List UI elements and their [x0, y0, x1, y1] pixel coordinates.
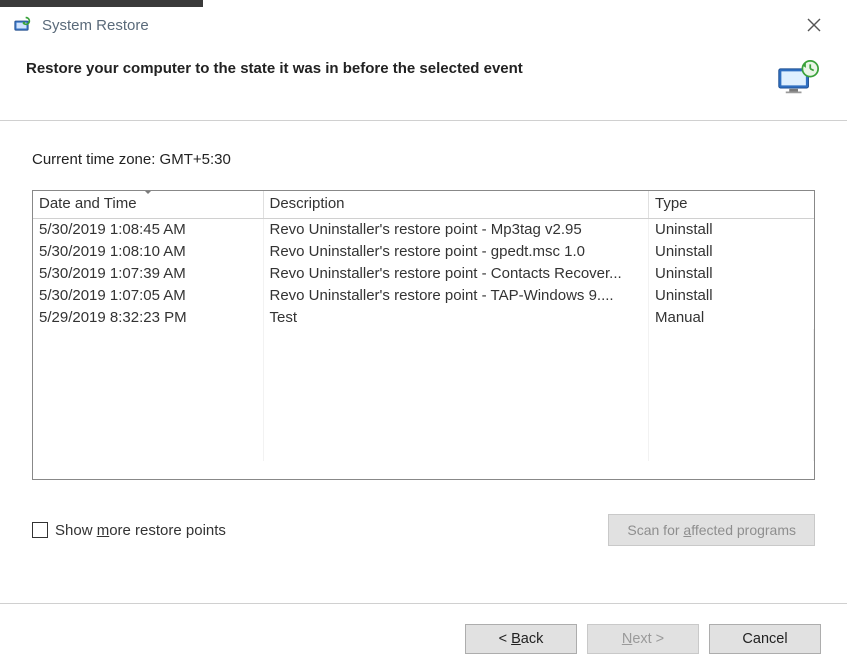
title-bar: System Restore [0, 0, 847, 40]
cancel-button[interactable]: Cancel [709, 624, 821, 654]
next-button: Next > [587, 624, 699, 654]
cell-type: Uninstall [649, 263, 814, 285]
table-row[interactable]: 5/29/2019 8:32:23 PMTestManual [33, 307, 814, 329]
table-row-empty [33, 373, 814, 395]
cell-datetime: 5/30/2019 1:08:45 AM [33, 219, 263, 241]
sort-descending-icon [143, 190, 153, 194]
table-row[interactable]: 5/30/2019 1:08:10 AMRevo Uninstaller's r… [33, 241, 814, 263]
checkbox-icon [32, 522, 48, 538]
cell-datetime: 5/29/2019 8:32:23 PM [33, 307, 263, 329]
cell-type: Manual [649, 307, 814, 329]
table-row-empty [33, 351, 814, 373]
cell-description: Revo Uninstaller's restore point - Mp3ta… [263, 219, 649, 241]
cell-datetime: 5/30/2019 1:07:05 AM [33, 285, 263, 307]
table-row-empty [33, 417, 814, 439]
cell-datetime: 5/30/2019 1:08:10 AM [33, 241, 263, 263]
column-header-datetime-label: Date and Time [39, 195, 137, 212]
page-heading: Restore your computer to the state it wa… [26, 60, 777, 77]
cell-type: Uninstall [649, 219, 814, 241]
cell-description: Revo Uninstaller's restore point - gpedt… [263, 241, 649, 263]
window-title: System Restore [42, 17, 149, 34]
scan-affected-programs-button: Scan for affected programs [608, 514, 815, 546]
cell-type: Uninstall [649, 241, 814, 263]
back-button[interactable]: < Back [465, 624, 577, 654]
table-row-empty [33, 395, 814, 417]
restore-points-table[interactable]: Date and Time Description Type 5/30/2019… [32, 190, 815, 480]
cell-description: Test [263, 307, 649, 329]
close-button[interactable] [807, 18, 827, 38]
table-row[interactable]: 5/30/2019 1:08:45 AMRevo Uninstaller's r… [33, 219, 814, 241]
wizard-footer-buttons: < Back Next > Cancel [465, 624, 821, 654]
column-header-description[interactable]: Description [263, 191, 649, 219]
cell-datetime: 5/30/2019 1:07:39 AM [33, 263, 263, 285]
cell-description: Revo Uninstaller's restore point - TAP-W… [263, 285, 649, 307]
table-row-empty [33, 439, 814, 461]
cell-type: Uninstall [649, 285, 814, 307]
table-row[interactable]: 5/30/2019 1:07:39 AMRevo Uninstaller's r… [33, 263, 814, 285]
footer-divider [0, 603, 847, 604]
show-more-restore-points-checkbox[interactable]: Show more restore points [32, 522, 226, 539]
table-row-empty [33, 329, 814, 351]
timezone-label: Current time zone: GMT+5:30 [32, 151, 815, 168]
column-header-type[interactable]: Type [649, 191, 814, 219]
cell-description: Revo Uninstaller's restore point - Conta… [263, 263, 649, 285]
restore-monitor-icon [777, 60, 819, 96]
system-restore-icon [14, 16, 34, 34]
table-row[interactable]: 5/30/2019 1:07:05 AMRevo Uninstaller's r… [33, 285, 814, 307]
show-more-restore-points-label: Show more restore points [55, 522, 226, 539]
column-header-datetime[interactable]: Date and Time [33, 191, 263, 219]
